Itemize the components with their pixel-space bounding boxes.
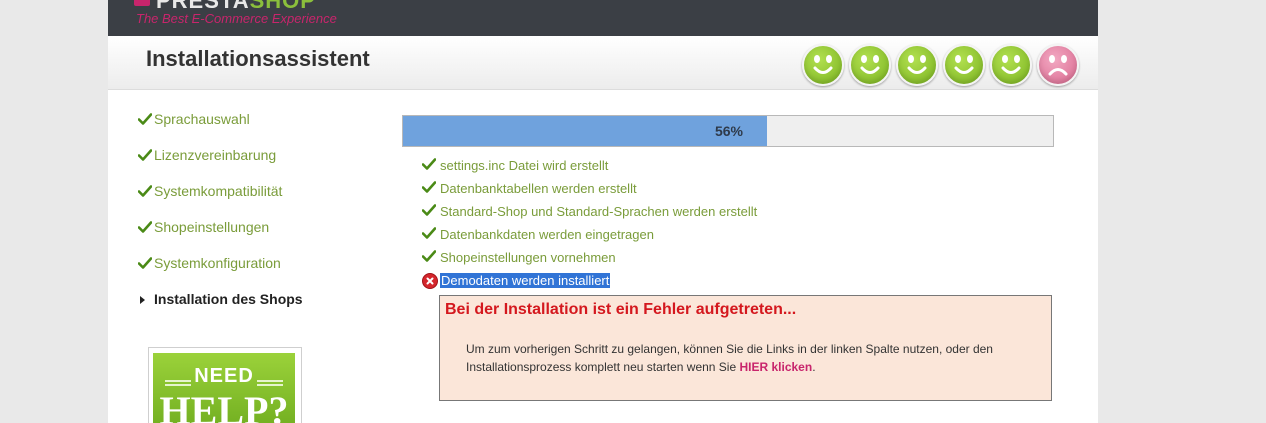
install-step-label: Datenbanktabellen werden erstellt [440,181,637,196]
sidebar-item-label: Installation des Shops [154,291,303,307]
sad-smiley-icon [1037,44,1079,86]
checkmark-icon [421,204,437,219]
sidebar-item-label: Lizenzvereinbarung [154,147,277,163]
top-bar: PRESTASHOP The Best E-Commerce Experienc… [108,0,1098,36]
sidebar-item-label: Systemkonfiguration [154,255,281,271]
logo-tagline: The Best E-Commerce Experience [136,11,337,26]
error-message-text: Um zum vorherigen Schritt zu gelangen, k… [466,342,993,374]
happy-smiley-icon [990,44,1032,86]
sidebar-item-label: Systemkompatibilität [154,183,283,199]
sidebar-item-label: Sprachauswahl [154,111,250,127]
happy-smiley-icon [802,44,844,86]
happy-smiley-icon [849,44,891,86]
install-step-label: Shopeinstellungen vornehmen [440,250,616,265]
checkmark-icon [137,184,153,200]
error-message-end: . [812,360,816,374]
progress-percent: 56% [714,123,743,139]
help-banner[interactable]: NEED HELP? [148,347,302,423]
install-step-label: settings.inc Datei wird erstellt [440,158,609,173]
help-divider-right [257,380,283,386]
checkmark-icon [137,112,153,128]
error-icon [422,273,438,289]
error-box: Bei der Installation ist ein Fehler aufg… [439,295,1052,401]
checkmark-icon [137,148,153,164]
checkmark-icon [137,256,153,272]
install-step-label: Datenbankdaten werden eingetragen [440,227,654,242]
page-title: Installationsassistent [146,46,370,71]
checkmark-icon [421,158,437,173]
happy-smiley-icon [896,44,938,86]
help-banner-image: NEED HELP? [153,353,295,423]
checkmark-icon [421,250,437,265]
happy-smiley-icon [943,44,985,86]
page-header: Installationsassistent [108,36,1098,90]
checkmark-icon [421,227,437,242]
restart-link[interactable]: HIER klicken [739,360,812,374]
checkmark-icon [421,181,437,196]
install-step-label: Demodaten werden installiert [440,273,611,288]
sidebar-item-label: Shopeinstellungen [154,219,270,235]
installer-page: PRESTASHOP The Best E-Commerce Experienc… [108,0,1098,423]
error-message: Um zum vorherigen Schritt zu gelangen, k… [466,340,1046,376]
error-title: Bei der Installation ist ein Fehler aufg… [445,301,797,318]
install-step-label: Standard-Shop und Standard-Sprachen werd… [440,204,758,219]
help-title-text: HELP? [159,388,289,423]
install-progress-bar: 56% [402,115,1054,147]
cart-icon [134,0,150,6]
checkmark-icon [137,220,153,236]
current-step-arrow-icon [140,296,145,304]
